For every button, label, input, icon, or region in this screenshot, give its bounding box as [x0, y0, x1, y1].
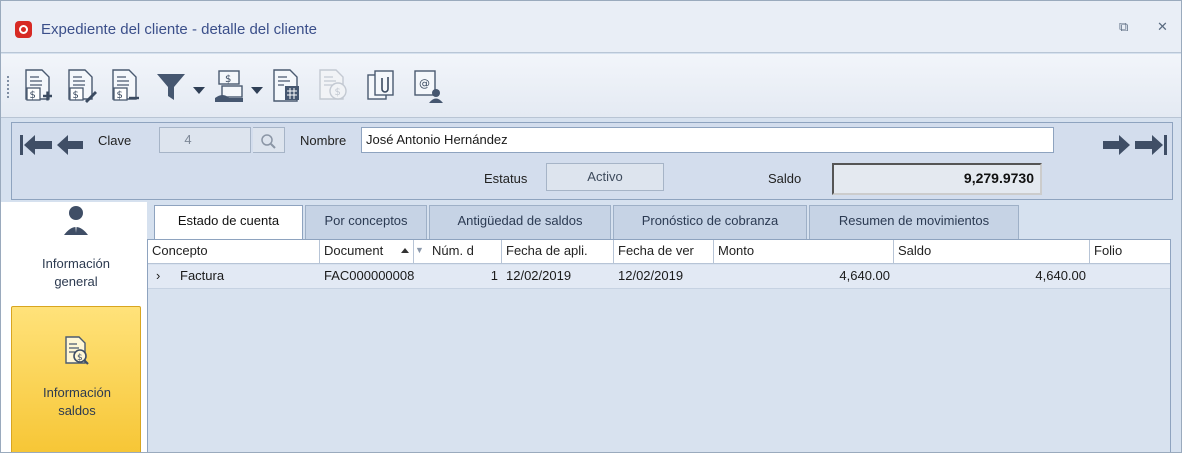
cell-fecha-vencimiento: 12/02/2019: [618, 268, 684, 283]
svg-text:$: $: [225, 74, 231, 85]
filter-button[interactable]: [154, 68, 188, 106]
tab-estado-de-cuenta[interactable]: Estado de cuenta: [154, 205, 303, 240]
tab-pronostico-de-cobranza[interactable]: Pronóstico de cobranza: [613, 205, 807, 239]
title-bar: Expediente del cliente - detalle del cli…: [1, 1, 1181, 53]
payment-icon: $: [215, 70, 243, 102]
cell-numero: 1: [490, 268, 498, 283]
calendar-report-icon: [273, 69, 299, 102]
column-header-concepto[interactable]: Concepto: [148, 240, 320, 264]
sort-ascending-icon: [401, 248, 409, 253]
edit-document-dollar-icon: $: [68, 69, 97, 103]
tab-antiguedad-de-saldos[interactable]: Antigüedad de saldos: [429, 205, 611, 239]
calendar-report-button[interactable]: [269, 68, 303, 106]
svg-text:$: $: [117, 90, 123, 101]
payment-dropdown-arrow[interactable]: [251, 87, 263, 94]
saldo-field: 9,279.9730: [832, 163, 1042, 195]
new-charge-button[interactable]: $: [21, 68, 55, 106]
previous-record-icon: [57, 135, 83, 155]
clave-field[interactable]: 4: [159, 127, 251, 153]
cell-documento: FAC000000008: [324, 268, 415, 283]
email-contacts-icon: @: [414, 70, 443, 103]
app-logo-icon: [15, 21, 32, 38]
side-label-line2: general: [54, 274, 98, 289]
nombre-field[interactable]: José Antonio Hernández: [361, 127, 1054, 153]
next-record-icon: [1103, 135, 1130, 155]
client-header-panel: Clave 4 Nombre José Antonio Hernández Es…: [11, 122, 1173, 200]
svg-text:$: $: [30, 90, 36, 101]
svg-text:$: $: [77, 353, 83, 363]
side-label-line1: Información: [42, 256, 110, 271]
attachments-button[interactable]: [364, 68, 398, 106]
attachment-icon: [367, 70, 394, 100]
restore-window-button[interactable]: ⧉: [1119, 19, 1128, 35]
side-navigation: Información general $ Información saldos: [1, 202, 147, 452]
filter-icon: [157, 74, 185, 100]
first-record-icon: [20, 135, 52, 155]
last-record-button[interactable]: [1133, 132, 1169, 158]
close-window-button[interactable]: ✕: [1157, 19, 1168, 35]
column-header-saldo[interactable]: Saldo: [894, 240, 1090, 264]
new-document-dollar-icon: $: [25, 69, 52, 101]
column-header-monto[interactable]: Monto: [714, 240, 894, 264]
last-record-icon: [1135, 135, 1167, 155]
currency-button[interactable]: $: [315, 68, 349, 106]
saldo-label: Saldo: [768, 171, 802, 186]
payment-button[interactable]: $: [213, 68, 247, 106]
grid-header: Concepto Document ▼ Núm. d Fecha de apli…: [148, 240, 1170, 264]
customer-file-window: Expediente del cliente - detalle del cli…: [0, 0, 1182, 453]
previous-record-button[interactable]: [56, 132, 84, 158]
contacts-email-button[interactable]: @: [411, 68, 445, 106]
next-record-button[interactable]: [1101, 132, 1131, 158]
delete-document-dollar-icon: $: [112, 69, 139, 101]
nombre-label: Nombre: [300, 133, 347, 148]
window-title: Expediente del cliente - detalle del cli…: [41, 21, 318, 38]
estatus-field: Activo: [546, 163, 664, 191]
svg-text:$: $: [335, 87, 341, 98]
column-header-documento[interactable]: Document: [320, 240, 414, 264]
row-expand-icon[interactable]: ›: [152, 265, 172, 289]
cell-fecha-aplicacion: 12/02/2019: [506, 268, 572, 283]
currency-exchange-icon: $: [319, 69, 347, 100]
svg-text:@: @: [419, 77, 430, 90]
toolbar-grip[interactable]: [7, 76, 10, 98]
svg-text:$: $: [73, 90, 79, 101]
side-item-informacion-general[interactable]: Información general: [11, 202, 141, 302]
clave-lookup-button[interactable]: [253, 127, 285, 153]
column-header-fecha-vencimiento[interactable]: Fecha de ver: [614, 240, 714, 264]
side-item-informacion-saldos[interactable]: $ Información saldos: [11, 306, 141, 452]
side-label-line2: saldos: [58, 403, 96, 418]
column-filter-icon[interactable]: ▼: [415, 245, 424, 255]
side-label-line1: Información: [43, 385, 111, 400]
search-icon: [261, 134, 276, 149]
clave-label: Clave: [98, 133, 132, 148]
cell-monto: 4,640.00: [839, 268, 890, 283]
edit-charge-button[interactable]: $: [64, 68, 98, 106]
cell-saldo: 4,640.00: [1035, 268, 1086, 283]
tab-por-conceptos[interactable]: Por conceptos: [305, 205, 427, 239]
document-search-icon: $: [65, 336, 89, 365]
statement-grid: Concepto Document ▼ Núm. d Fecha de apli…: [147, 239, 1171, 452]
column-header-fecha-aplicacion[interactable]: Fecha de apli.: [502, 240, 614, 264]
cell-folio: [1090, 265, 1170, 289]
user-icon: [64, 206, 88, 235]
column-header-numero[interactable]: Núm. d: [428, 240, 502, 264]
cell-concepto: Factura: [180, 268, 225, 283]
toolbar: $ $ $ $ $ @: [1, 54, 1181, 118]
tab-resumen-de-movimientos[interactable]: Resumen de movimientos: [809, 205, 1019, 239]
filter-dropdown-arrow[interactable]: [193, 87, 205, 94]
delete-charge-button[interactable]: $: [108, 68, 142, 106]
column-header-folio[interactable]: Folio: [1090, 240, 1170, 264]
estatus-label: Estatus: [484, 171, 528, 186]
first-record-button[interactable]: [18, 132, 54, 158]
table-row[interactable]: › Factura FAC000000008 1 12/02/2019 12/0…: [148, 265, 1170, 289]
